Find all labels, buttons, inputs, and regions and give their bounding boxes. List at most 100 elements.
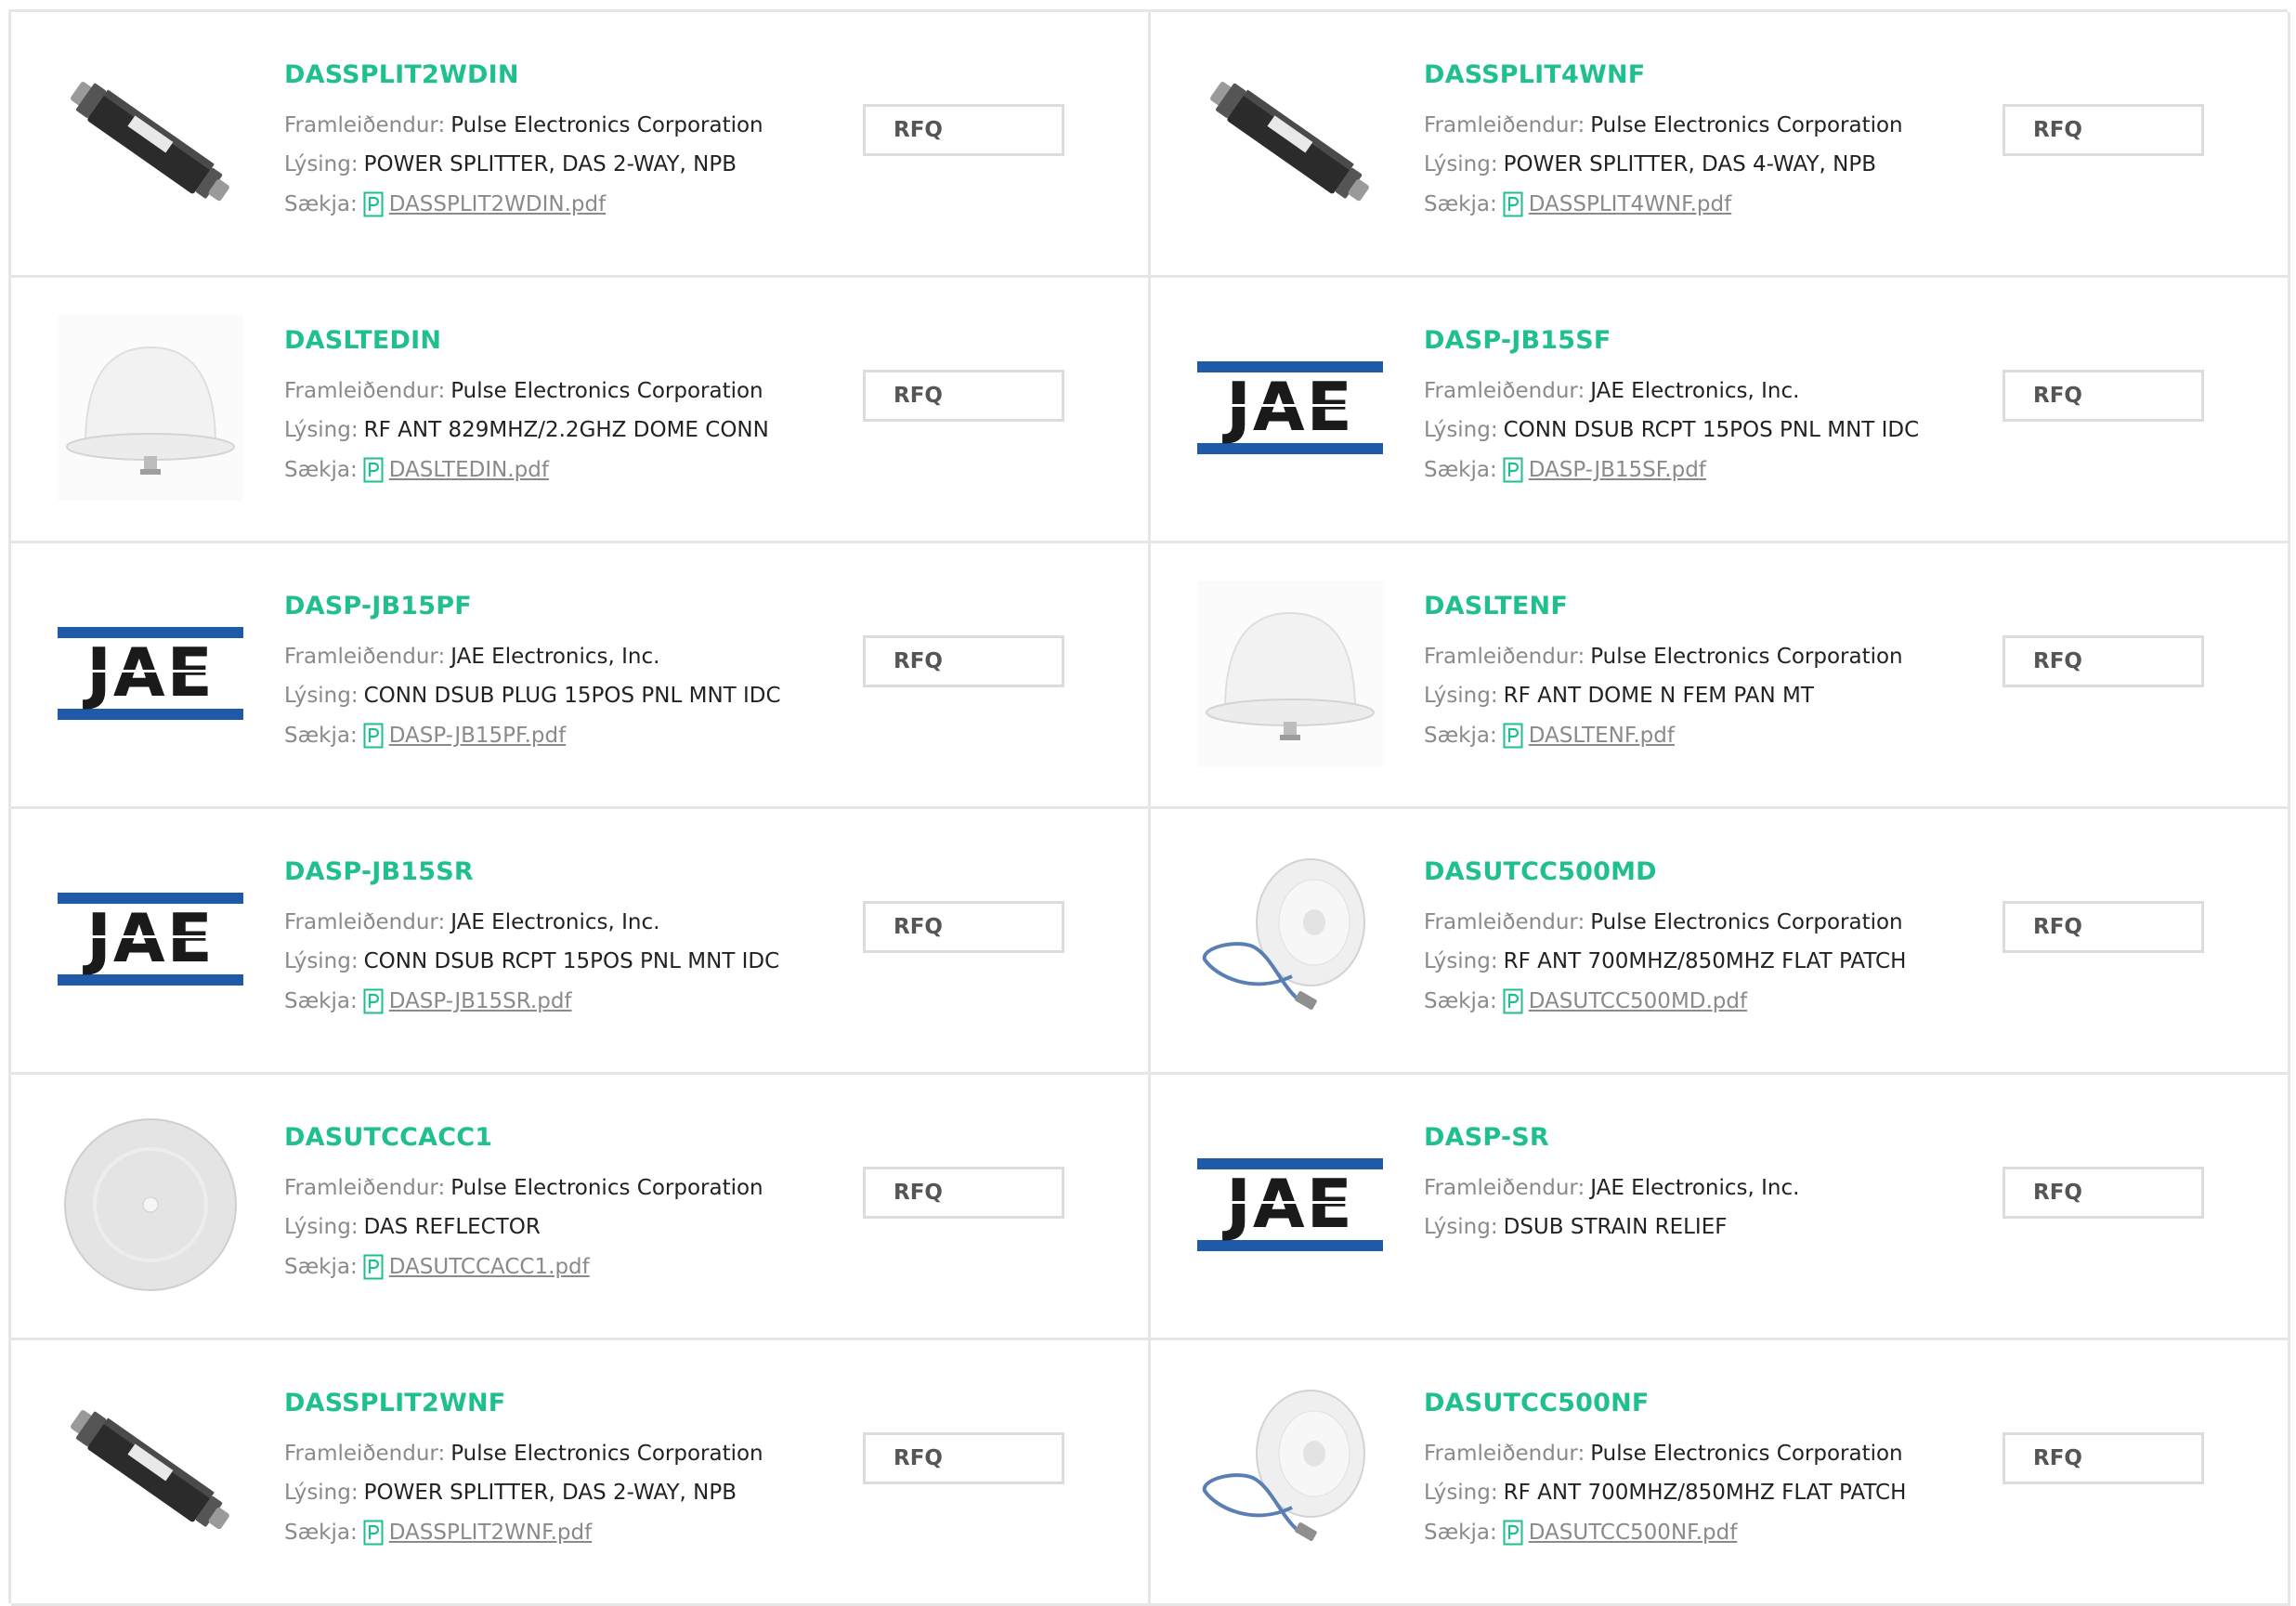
product-card-dasltedin: DASLTEDIN Framleiðendur: Pulse Electroni… [11, 278, 1151, 543]
pdf-file-icon[interactable] [363, 1520, 384, 1546]
part-number-link[interactable]: DASSPLIT2WDIN [284, 60, 519, 89]
product-image[interactable]: JAE [58, 846, 243, 1032]
manufacturer-value: JAE Electronics, Inc. [450, 645, 660, 669]
description-label: Lýsing: [1424, 1215, 1498, 1239]
rfq-button[interactable]: RFQ [863, 1167, 1064, 1219]
pdf-file-icon[interactable] [1503, 723, 1523, 749]
manufacturer-row: Framleiðendur: Pulse Electronics Corpora… [284, 1176, 763, 1200]
manufacturer-row: Framleiðendur: Pulse Electronics Corpora… [284, 1442, 763, 1466]
rfq-button[interactable]: RFQ [863, 104, 1064, 156]
description-label: Lýsing: [1424, 949, 1498, 973]
datasheet-link[interactable]: DASSPLIT4WNF.pdf [1529, 192, 1731, 216]
product-card-dasp-jb15pf: JAE DASP-JB15PF Framleiðendur: JAE Elect… [11, 543, 1151, 809]
product-image[interactable] [1197, 49, 1383, 235]
description-value: RF ANT 700MHZ/850MHZ FLAT PATCH [1503, 949, 1907, 973]
datasheet-link[interactable]: DASUTCC500MD.pdf [1529, 989, 1747, 1013]
datasheet-link[interactable]: DASP-JB15SR.pdf [389, 989, 572, 1013]
datasheet-link[interactable]: DASSPLIT2WNF.pdf [389, 1521, 592, 1545]
manufacturer-label: Framleiðendur: [284, 1442, 446, 1466]
product-image[interactable] [58, 49, 243, 235]
rfq-button[interactable]: RFQ [863, 635, 1064, 687]
download-label: Sækja: [284, 724, 358, 748]
rfq-button[interactable]: RFQ [2002, 1167, 2204, 1219]
part-number-link[interactable]: DASP-JB15SF [1424, 326, 1611, 355]
rfq-button[interactable]: RFQ [863, 1432, 1064, 1484]
datasheet-link[interactable]: DASP-JB15SF.pdf [1529, 458, 1706, 482]
datasheet-link[interactable]: DASP-JB15PF.pdf [389, 724, 566, 748]
part-number-link[interactable]: DASP-JB15PF [284, 592, 472, 620]
datasheet-link[interactable]: DASUTCC500NF.pdf [1529, 1521, 1738, 1545]
part-number-link[interactable]: DASUTCC500MD [1424, 857, 1657, 886]
description-row: Lýsing: CONN DSUB RCPT 15POS PNL MNT IDC [1424, 418, 1919, 442]
manufacturer-label: Framleiðendur: [1424, 113, 1585, 137]
datasheet-link[interactable]: DASLTENF.pdf [1529, 724, 1675, 748]
description-row: Lýsing: RF ANT 700MHZ/850MHZ FLAT PATCH [1424, 949, 1906, 973]
product-card-dasutcc500md: DASUTCC500MD Framleiðendur: Pulse Electr… [1151, 809, 2290, 1075]
product-image[interactable] [58, 1378, 243, 1563]
manufacturer-value: Pulse Electronics Corporation [450, 379, 763, 403]
manufacturer-value: JAE Electronics, Inc. [1590, 379, 1800, 403]
manufacturer-value: Pulse Electronics Corporation [1590, 645, 1903, 669]
manufacturer-row: Framleiðendur: JAE Electronics, Inc. [1424, 1176, 1799, 1200]
pdf-file-icon[interactable] [363, 723, 384, 749]
product-image[interactable] [1197, 581, 1383, 766]
pdf-file-icon[interactable] [363, 1254, 384, 1280]
product-image[interactable]: JAE [58, 581, 243, 766]
pdf-file-icon[interactable] [1503, 988, 1523, 1014]
part-number-link[interactable]: DASUTCCACC1 [284, 1123, 492, 1152]
rfq-button[interactable]: RFQ [2002, 901, 2204, 953]
description-value: DSUB STRAIN RELIEF [1503, 1215, 1728, 1239]
download-label: Sækja: [284, 458, 358, 482]
product-image[interactable] [58, 315, 243, 501]
datasheet-link[interactable]: DASLTEDIN.pdf [389, 458, 549, 482]
description-label: Lýsing: [284, 684, 359, 708]
datasheet-link[interactable]: DASSPLIT2WDIN.pdf [389, 192, 606, 216]
part-number-link[interactable]: DASP-SR [1424, 1123, 1549, 1152]
part-number-link[interactable]: DASUTCC500NF [1424, 1389, 1650, 1417]
manufacturer-value: Pulse Electronics Corporation [1590, 113, 1903, 137]
manufacturer-label: Framleiðendur: [1424, 1442, 1585, 1466]
rfq-button[interactable]: RFQ [863, 370, 1064, 422]
product-image[interactable] [58, 1112, 243, 1298]
pdf-file-icon[interactable] [363, 988, 384, 1014]
rfq-button[interactable]: RFQ [2002, 1432, 2204, 1484]
description-label: Lýsing: [284, 418, 359, 442]
part-number-link[interactable]: DASLTENF [1424, 592, 1568, 620]
pdf-file-icon[interactable] [363, 457, 384, 483]
rfq-button[interactable]: RFQ [863, 901, 1064, 953]
download-label: Sækja: [284, 1255, 358, 1279]
pdf-file-icon[interactable] [1503, 457, 1523, 483]
description-label: Lýsing: [284, 152, 359, 176]
product-image[interactable] [1197, 846, 1383, 1032]
pdf-file-icon[interactable] [363, 191, 384, 217]
jae-logo: JAE [1197, 1158, 1383, 1251]
manufacturer-value: Pulse Electronics Corporation [450, 1442, 763, 1466]
part-number-link[interactable]: DASP-JB15SR [284, 857, 474, 886]
description-row: Lýsing: RF ANT 829MHZ/2.2GHZ DOME CONN [284, 418, 769, 442]
product-image[interactable]: JAE [1197, 1112, 1383, 1298]
manufacturer-row: Framleiðendur: JAE Electronics, Inc. [1424, 379, 1799, 403]
rfq-button[interactable]: RFQ [2002, 635, 2204, 687]
pdf-file-icon[interactable] [1503, 191, 1523, 217]
description-row: Lýsing: DAS REFLECTOR [284, 1215, 541, 1239]
product-image[interactable] [1197, 1378, 1383, 1563]
rfq-button[interactable]: RFQ [2002, 104, 2204, 156]
manufacturer-label: Framleiðendur: [1424, 1176, 1585, 1200]
manufacturer-row: Framleiðendur: JAE Electronics, Inc. [284, 645, 659, 669]
manufacturer-value: JAE Electronics, Inc. [450, 910, 660, 934]
product-card-dasutccacc1: DASUTCCACC1 Framleiðendur: Pulse Electro… [11, 1075, 1151, 1340]
manufacturer-label: Framleiðendur: [284, 910, 446, 934]
part-number-link[interactable]: DASSPLIT4WNF [1424, 60, 1645, 89]
description-row: Lýsing: DSUB STRAIN RELIEF [1424, 1215, 1727, 1239]
part-number-link[interactable]: DASSPLIT2WNF [284, 1389, 505, 1417]
description-row: Lýsing: CONN DSUB RCPT 15POS PNL MNT IDC [284, 949, 779, 973]
rfq-button[interactable]: RFQ [2002, 370, 2204, 422]
datasheet-link[interactable]: DASUTCCACC1.pdf [389, 1255, 590, 1279]
jae-logo: JAE [58, 627, 243, 720]
reflector-disc-image [64, 1118, 237, 1291]
manufacturer-label: Framleiðendur: [1424, 379, 1585, 403]
product-image[interactable]: JAE [1197, 315, 1383, 501]
pdf-file-icon[interactable] [1503, 1520, 1523, 1546]
download-row: Sækja: DASP-JB15SR.pdf [284, 988, 572, 1014]
part-number-link[interactable]: DASLTEDIN [284, 326, 441, 355]
